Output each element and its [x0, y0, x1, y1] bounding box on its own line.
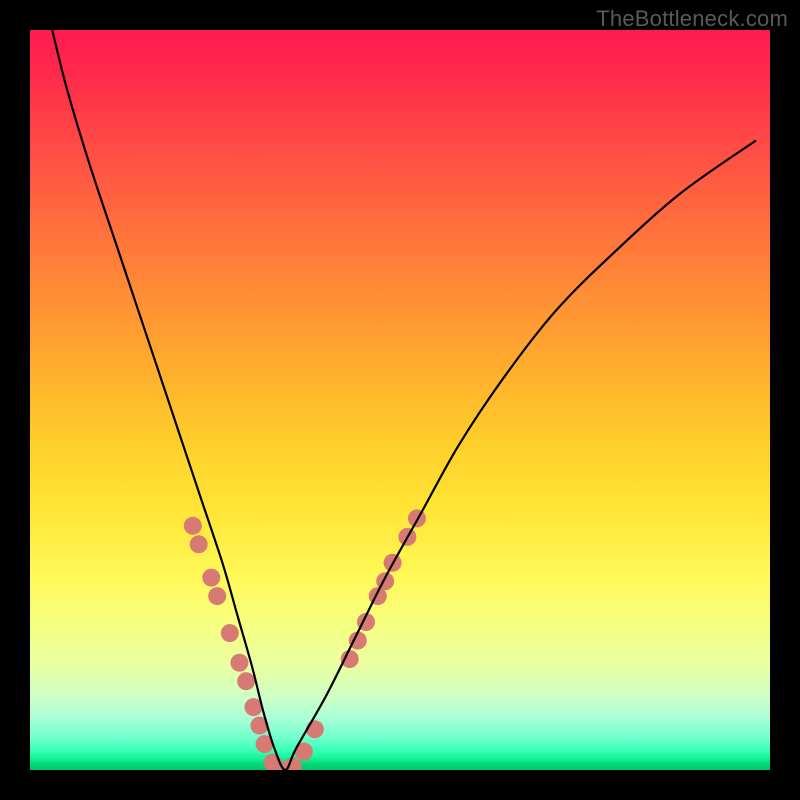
chart-svg [30, 30, 770, 770]
highlight-dot [306, 720, 324, 738]
watermark-text: TheBottleneck.com [596, 6, 788, 32]
plot-area [30, 30, 770, 770]
highlight-dot [184, 517, 202, 535]
highlight-dot [341, 650, 359, 668]
highlight-dot [208, 587, 226, 605]
highlight-dot [221, 624, 239, 642]
bottleneck-curve [52, 30, 755, 770]
highlight-dot [202, 569, 220, 587]
highlight-dot [237, 672, 255, 690]
highlight-dot [190, 535, 208, 553]
outer-frame: TheBottleneck.com [0, 0, 800, 800]
highlight-dot [230, 654, 248, 672]
